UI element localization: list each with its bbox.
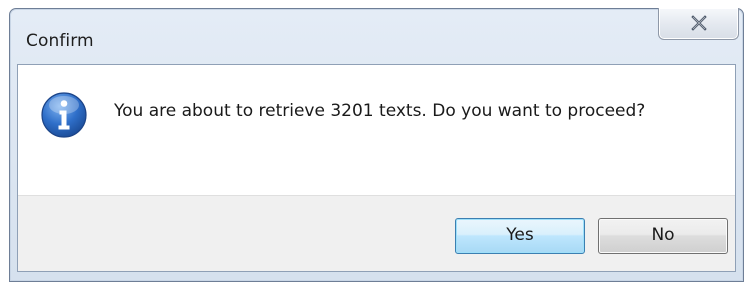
dialog-title: Confirm — [26, 31, 94, 51]
close-icon — [691, 15, 707, 31]
dialog-client-area: You are about to retrieve 3201 texts. Do… — [17, 64, 736, 272]
no-button[interactable]: No — [598, 218, 728, 254]
confirm-dialog-window: Confirm You are about to retrieve 3201 t… — [9, 8, 744, 282]
close-button[interactable] — [658, 8, 739, 40]
yes-button[interactable]: Yes — [455, 218, 585, 254]
dialog-button-bar: Yes No — [18, 195, 735, 271]
dialog-content: You are about to retrieve 3201 texts. Do… — [18, 65, 735, 195]
info-icon — [41, 92, 87, 138]
dialog-message: You are about to retrieve 3201 texts. Do… — [114, 101, 646, 121]
